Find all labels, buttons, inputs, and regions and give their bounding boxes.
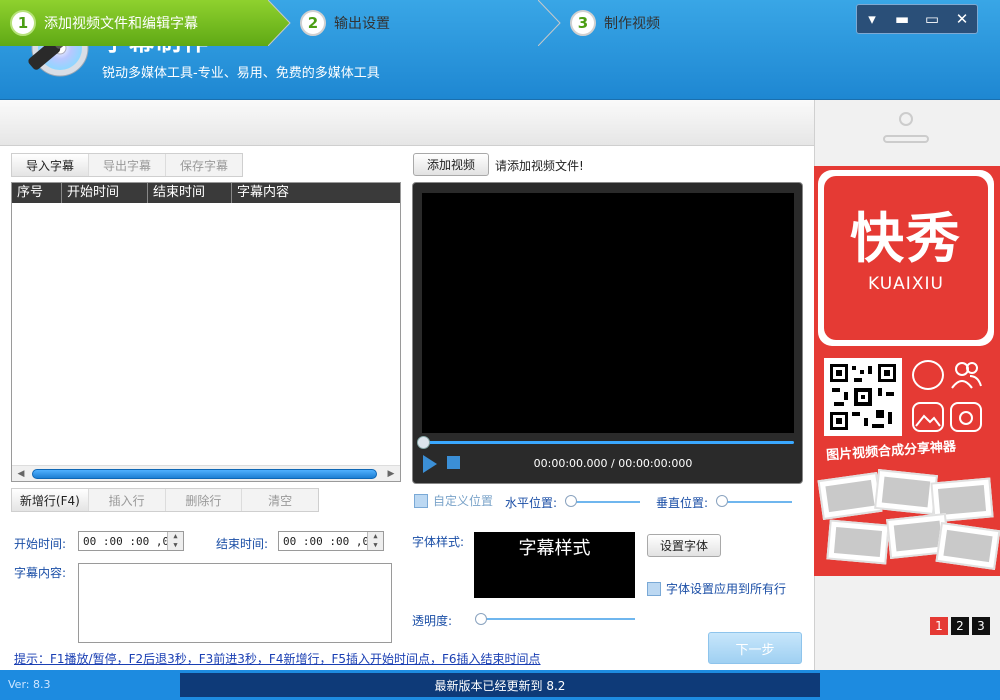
step-2[interactable]: 2 输出设置 [300, 0, 390, 46]
image-icon [912, 402, 944, 432]
import-subtitle-button[interactable]: 导入字幕 [12, 154, 89, 176]
save-subtitle-button[interactable]: 保存字幕 [166, 154, 242, 176]
font-style-label: 字体样式: [412, 535, 465, 549]
version-label: Ver: 8.3 [8, 678, 51, 691]
step-3[interactable]: 3 制作视频 [570, 0, 660, 46]
ad-page-1[interactable]: 1 [930, 617, 948, 635]
stop-icon[interactable] [447, 456, 460, 469]
step-1-number: 1 [10, 10, 36, 36]
next-button[interactable]: 下一步 [708, 632, 802, 664]
custom-position-label: 自定义位置 [433, 494, 494, 508]
photo-collage [817, 468, 1000, 574]
add-video-button[interactable]: 添加视频 [413, 153, 489, 176]
font-style-preview: 字幕样式 [474, 532, 635, 598]
list-header: 序号 开始时间 结束时间 字幕内容 [12, 183, 400, 203]
step-3-label: 制作视频 [604, 16, 660, 32]
update-notice[interactable]: 最新版本已经更新到 8.2 [180, 673, 820, 697]
ad-page-3[interactable]: 3 [972, 617, 990, 635]
window-controls: ▾ ▬ ▭ ✕ [856, 4, 978, 34]
content-label: 字幕内容: [14, 566, 67, 580]
checkbox-icon [647, 581, 661, 596]
vertical-slider-knob[interactable] [716, 495, 728, 507]
horizontal-slider-knob[interactable] [565, 495, 577, 507]
start-time-field[interactable]: 00 :00 :00 ,000 ▲ ▼ [78, 531, 184, 551]
end-time-label: 结束时间: [216, 537, 269, 551]
horizontal-slider-track[interactable] [570, 501, 640, 503]
step-bar [0, 100, 814, 146]
menu-icon[interactable]: ▾ [860, 8, 884, 30]
user-icon[interactable] [882, 110, 930, 144]
ad-title-en: KUAIXIU [868, 274, 944, 294]
step-3-number: 3 [570, 10, 596, 36]
scroll-thumb[interactable] [32, 469, 377, 479]
opacity-slider-track[interactable] [480, 618, 635, 620]
kuaixiu-logo: 快秀 KUAIXIU [818, 170, 994, 346]
end-time-spinner[interactable]: ▲ ▼ [367, 532, 383, 550]
scroll-right-icon[interactable]: ▶ [384, 468, 398, 480]
step-2-number: 2 [300, 10, 326, 36]
subtitle-file-tabs: 导入字幕 导出字幕 保存字幕 [11, 153, 243, 177]
clear-button[interactable]: 清空 [242, 489, 318, 511]
step-1-label: 添加视频文件和编辑字幕 [44, 16, 198, 32]
new-row-button[interactable]: 新增行(F4) [12, 489, 89, 511]
vertical-position-label: 垂直位置: [656, 496, 709, 510]
close-icon[interactable]: ✕ [950, 8, 974, 30]
column-start-time[interactable]: 开始时间 [62, 183, 148, 203]
ad-pager: 1 2 3 [930, 617, 990, 635]
vertical-slider-track[interactable] [720, 501, 792, 503]
users-icon [950, 360, 982, 390]
horizontal-position-label: 水平位置: [505, 496, 558, 510]
step-separator [538, 0, 561, 46]
add-video-prompt: 请添加视频文件! [495, 159, 584, 173]
apply-all-checkbox[interactable]: 字体设置应用到所有行 [647, 580, 786, 597]
subtitle-list[interactable]: 序号 开始时间 结束时间 字幕内容 ◀ ▶ [11, 182, 401, 482]
column-index[interactable]: 序号 [12, 183, 62, 203]
horizontal-scrollbar[interactable]: ◀ ▶ [12, 465, 400, 481]
step-1[interactable]: 1 添加视频文件和编辑字幕 [0, 0, 290, 46]
app-subtitle: 锐动多媒体工具-专业、易用、免费的多媒体工具 [102, 66, 380, 81]
checkbox-icon [414, 493, 428, 508]
qr-code-icon [824, 358, 902, 436]
video-progress-bar[interactable] [421, 441, 794, 444]
shortcut-hint[interactable]: 提示：F1播放/暂停，F2后退3秒，F3前进3秒，F4新增行，F5插入开始时间点… [14, 650, 541, 667]
apply-all-label: 字体设置应用到所有行 [666, 582, 787, 596]
opacity-label: 透明度: [412, 614, 453, 628]
insert-row-button[interactable]: 插入行 [89, 489, 166, 511]
export-subtitle-button[interactable]: 导出字幕 [89, 154, 166, 176]
step-separator [268, 0, 291, 46]
video-screen[interactable] [422, 193, 794, 433]
maximize-icon[interactable]: ▭ [920, 8, 944, 30]
time-display: 00:00:00.000 / 00:00:00:000 [533, 457, 693, 470]
chat-icon [912, 360, 944, 390]
ad-page-2[interactable]: 2 [951, 617, 969, 635]
play-icon[interactable] [423, 455, 437, 473]
step-2-label: 输出设置 [334, 16, 390, 32]
subtitle-content-input[interactable] [78, 563, 392, 643]
video-player: 00:00:00.000 / 00:00:00:000 [412, 182, 803, 484]
custom-position-checkbox[interactable]: 自定义位置 [414, 492, 493, 509]
end-time-field[interactable]: 00 :00 :00 ,000 ▲ ▼ [278, 531, 384, 551]
scroll-left-icon[interactable]: ◀ [14, 468, 28, 480]
start-time-label: 开始时间: [14, 537, 67, 551]
column-content[interactable]: 字幕内容 [232, 183, 400, 203]
set-font-button[interactable]: 设置字体 [647, 534, 721, 557]
ad-title: 快秀 [850, 207, 962, 270]
column-end-time[interactable]: 结束时间 [148, 183, 232, 203]
minimize-icon[interactable]: ▬ [890, 8, 914, 30]
start-time-spinner[interactable]: ▲ ▼ [167, 532, 183, 550]
delete-row-button[interactable]: 删除行 [166, 489, 243, 511]
camera-icon [950, 402, 982, 432]
opacity-slider-knob[interactable] [475, 613, 487, 625]
progress-knob[interactable] [417, 436, 430, 449]
row-actions: 新增行(F4) 插入行 删除行 清空 [11, 488, 319, 512]
